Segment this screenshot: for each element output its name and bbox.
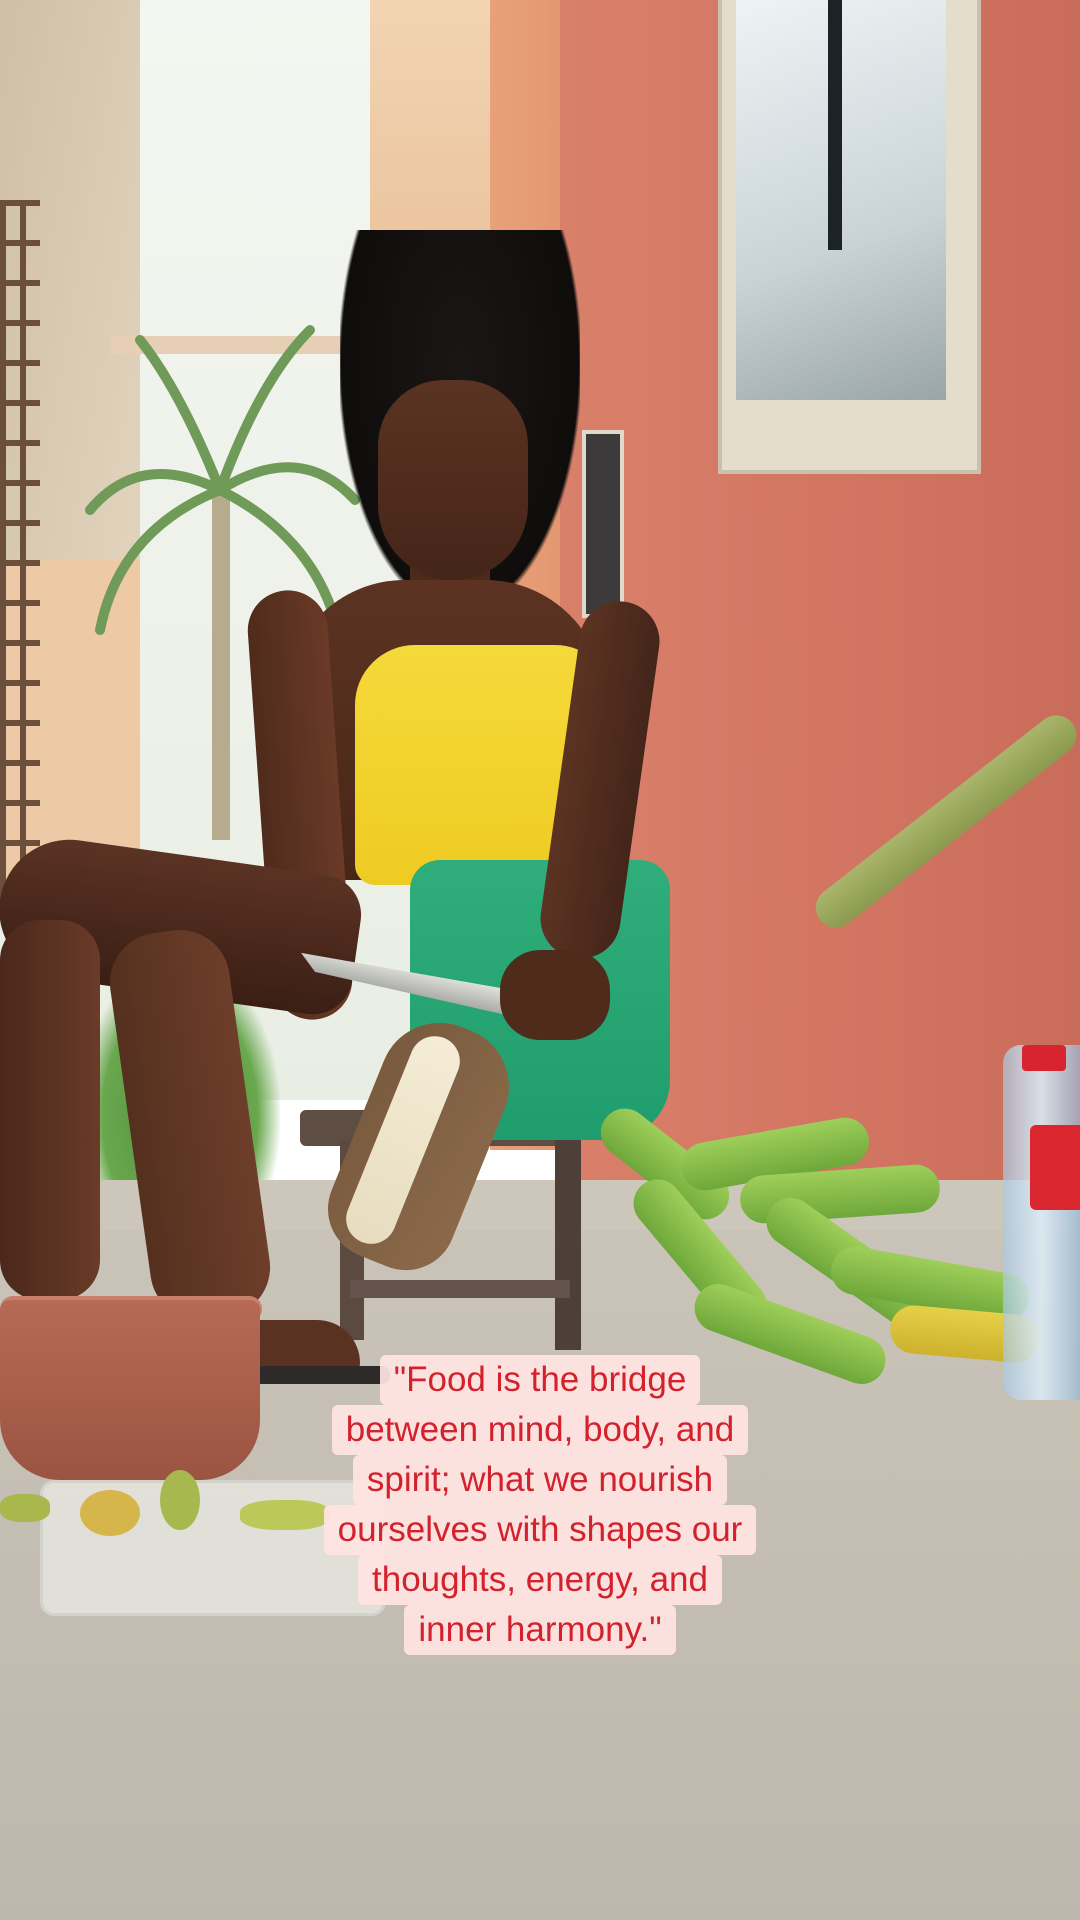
caption-line: ourselves with shapes our bbox=[323, 1505, 757, 1555]
stool-leg bbox=[555, 1140, 581, 1350]
bottle-label bbox=[1030, 1125, 1080, 1210]
stool-crossbar bbox=[350, 1280, 570, 1298]
right-hand bbox=[500, 950, 610, 1040]
bottle-cap bbox=[1022, 1045, 1066, 1071]
shin bbox=[0, 920, 100, 1300]
face bbox=[378, 380, 528, 580]
caption-line: inner harmony." bbox=[404, 1605, 676, 1655]
caption-line: spirit; what we nourish bbox=[352, 1455, 728, 1505]
water-bottle bbox=[1003, 1045, 1080, 1400]
caption-box: "Food is the bridge between mind, body, … bbox=[280, 1355, 800, 1655]
caption-line: thoughts, energy, and bbox=[358, 1555, 722, 1605]
caption-line: between mind, body, and bbox=[331, 1405, 749, 1455]
caption-line: "Food is the bridge bbox=[379, 1355, 701, 1405]
plantain-bunch bbox=[590, 1098, 1050, 1391]
quote-caption: "Food is the bridge between mind, body, … bbox=[0, 1355, 1080, 1655]
